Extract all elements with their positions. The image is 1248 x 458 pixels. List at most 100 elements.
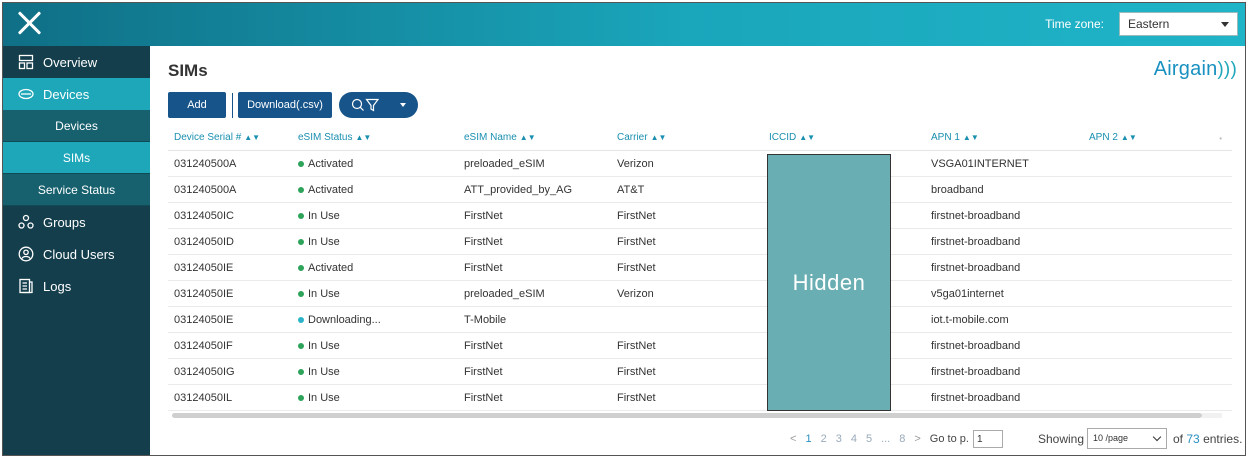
cell-apn1: firstnet-broadband [931, 339, 1021, 352]
toolbar-divider [232, 93, 233, 118]
table-row[interactable]: 03124050ID In Use FirstNet FirstNet firstnet… [168, 229, 1232, 255]
table-row[interactable]: 03124050IE Downloading... T-Mobile iot.t-mo… [168, 307, 1232, 333]
status-dot-icon [298, 394, 304, 401]
cell-status: In Use [298, 340, 464, 352]
cell-apn1: firstnet-broadband [931, 365, 1021, 378]
page-link[interactable]: 4 [851, 433, 857, 445]
download-csv-button[interactable]: Download(.csv) [238, 92, 332, 118]
cell-esim-name: T-Mobile [464, 313, 507, 326]
sidebar-item-groups[interactable]: Groups [3, 206, 150, 238]
app-window: Time zone: Eastern Overview Devices Devi… [2, 2, 1246, 456]
sidebar-item-label: Devices [43, 86, 90, 102]
column-header[interactable]: eSIM Status ▲▼ [298, 132, 464, 143]
page-link[interactable]: 8 [899, 433, 905, 445]
search-filter-icon [351, 98, 380, 112]
cell-serial: 03124050IE [174, 261, 234, 274]
next-page-button[interactable]: > [914, 433, 920, 445]
table-row[interactable]: 03124050IC In Use FirstNet FirstNet firstnet… [168, 203, 1232, 229]
add-button[interactable]: Add [168, 92, 226, 118]
status-dot-icon [298, 238, 304, 245]
cell-serial: 03124050IF [174, 339, 233, 352]
prev-page-button[interactable]: < [790, 433, 796, 445]
table-row[interactable]: 031240500A Activated preloaded_eSIM Verizon… [168, 151, 1232, 177]
status-dot-icon [298, 342, 304, 349]
cell-serial: 03124050IE [174, 287, 234, 300]
sidebar-item-overview[interactable]: Overview [3, 46, 150, 78]
cell-apn1: firstnet-broadband [931, 235, 1021, 248]
page-size-value: 10 /page [1093, 433, 1129, 443]
cell-esim-name: preloaded_eSIM [464, 287, 545, 300]
sidebar-item-label: Logs [43, 278, 72, 294]
cell-status: In Use [298, 236, 464, 248]
cell-apn1: v5ga01internet [931, 287, 1004, 300]
column-header[interactable]: eSIM Name ▲▼ [464, 132, 617, 143]
page-link[interactable]: 2 [821, 433, 827, 445]
cell-esim-name: FirstNet [464, 235, 503, 248]
cell-apn1: firstnet-broadband [931, 261, 1021, 274]
cell-esim-name: FirstNet [464, 209, 503, 222]
cell-carrier: FirstNet [617, 339, 656, 352]
cell-status: In Use [298, 210, 464, 222]
cell-carrier: FirstNet [617, 261, 656, 274]
cell-apn1: firstnet-broadband [931, 391, 1021, 404]
sidebar-item-logs[interactable]: Logs [3, 270, 150, 302]
table-body: 031240500A Activated preloaded_eSIM Verizon… [168, 151, 1232, 411]
page-link[interactable]: 1 [805, 433, 811, 445]
page-size-select[interactable]: 10 /page [1087, 428, 1167, 449]
cell-status: In Use [298, 366, 464, 378]
devices-icon [18, 86, 34, 102]
cell-apn1: firstnet-broadband [931, 209, 1021, 222]
column-header[interactable]: APN 2 ▲▼ [1089, 132, 1232, 143]
overview-icon [18, 54, 34, 70]
table-row[interactable]: 03124050IL In Use FirstNet FirstNet firstnet… [168, 385, 1232, 411]
page-link[interactable]: 5 [866, 433, 872, 445]
column-header[interactable]: ICCID ▲▼ [769, 132, 931, 143]
column-header[interactable]: Carrier ▲▼ [617, 132, 769, 143]
cell-apn1: iot.t-mobile.com [931, 313, 1009, 326]
entries-count: of 73 entries. [1173, 432, 1243, 446]
sidebar-subitem-sims[interactable]: SIMs [3, 142, 150, 174]
cloud-users-icon [18, 246, 34, 262]
table-row[interactable]: 031240500A Activated ATT_provided_by_AG AT&… [168, 177, 1232, 203]
column-header[interactable]: APN 1 ▲▼ [931, 132, 1089, 143]
status-dot-icon [298, 368, 304, 375]
sidebar-item-cloud-users[interactable]: Cloud Users [3, 238, 150, 270]
sidebar-subitem-service-status[interactable]: Service Status [3, 174, 150, 206]
cell-serial: 03124050ID [174, 235, 234, 248]
timezone-select[interactable]: Eastern [1119, 12, 1238, 36]
sidebar-item-label: Overview [43, 54, 98, 70]
cell-carrier: FirstNet [617, 391, 656, 404]
table-row[interactable]: 03124050IE Activated FirstNet FirstNet first… [168, 255, 1232, 281]
cell-esim-name: ATT_provided_by_AG [464, 183, 573, 196]
horizontal-scrollbar[interactable] [172, 413, 1202, 418]
status-dot-icon [298, 290, 304, 297]
cell-status: Activated [298, 184, 464, 196]
goto-page-input[interactable] [972, 430, 1003, 448]
showing-label: Showing [1038, 432, 1085, 446]
cell-serial: 031240500A [174, 183, 237, 196]
column-header[interactable]: Device Serial # ▲▼ [168, 132, 298, 143]
table-row[interactable]: 03124050IF In Use FirstNet FirstNet firstnet… [168, 333, 1232, 359]
brand-name: Airgain [1153, 58, 1218, 80]
page-ellipsis[interactable]: ... [881, 433, 890, 445]
chevron-down-icon [1152, 432, 1162, 442]
close-icon[interactable] [14, 8, 44, 38]
iccid-redaction-overlay: Hidden [767, 154, 891, 411]
status-dot-icon [298, 160, 304, 167]
brand-waves: ))) [1217, 59, 1237, 80]
cell-serial: 03124050IE [174, 313, 234, 326]
cell-serial: 03124050IC [174, 209, 234, 222]
table-row[interactable]: 03124050IG In Use FirstNet FirstNet firstnet… [168, 359, 1232, 385]
page-link[interactable]: 3 [836, 433, 842, 445]
groups-icon [18, 214, 34, 230]
search-filter-button[interactable] [339, 92, 418, 118]
column-menu-icon[interactable]: • [1219, 134, 1222, 143]
cell-status: In Use [298, 392, 464, 404]
cell-status: Downloading... [298, 314, 464, 326]
cell-esim-name: FirstNet [464, 365, 503, 378]
cell-carrier: FirstNet [617, 235, 656, 248]
table-header: Device Serial # ▲▼ eSIM Status ▲▼ eSIM Nam… [168, 125, 1232, 151]
sidebar-item-devices[interactable]: Devices [3, 78, 150, 110]
sidebar-subitem-devices[interactable]: Devices [3, 110, 150, 142]
table-row[interactable]: 03124050IE In Use preloaded_eSIM Verizon v5g… [168, 281, 1232, 307]
